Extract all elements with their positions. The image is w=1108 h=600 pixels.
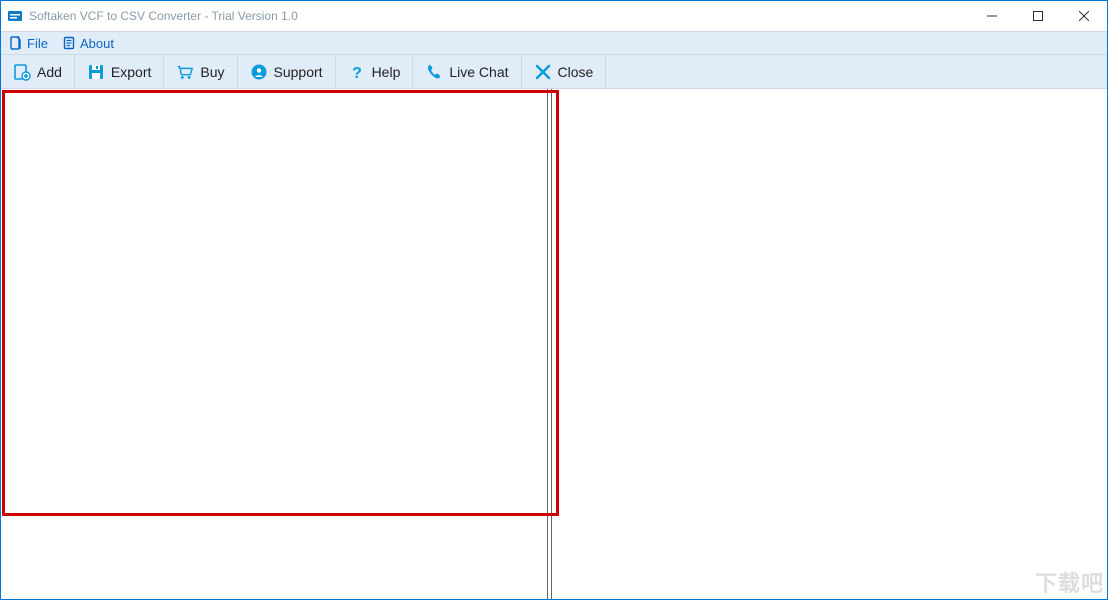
svg-text:?: ?	[352, 65, 362, 81]
close-icon	[534, 63, 552, 81]
close-window-button[interactable]	[1061, 1, 1107, 31]
menu-file-label: File	[27, 36, 48, 51]
window-title: Softaken VCF to CSV Converter - Trial Ve…	[29, 9, 969, 23]
left-panel	[1, 89, 548, 599]
content-area	[1, 89, 1107, 599]
close-label: Close	[558, 64, 594, 80]
phone-icon	[425, 63, 443, 81]
title-bar: Softaken VCF to CSV Converter - Trial Ve…	[1, 1, 1107, 31]
help-label: Help	[372, 64, 401, 80]
help-button[interactable]: ? Help	[336, 55, 414, 88]
window-controls	[969, 1, 1107, 31]
maximize-button[interactable]	[1015, 1, 1061, 31]
cart-icon	[176, 63, 194, 81]
export-label: Export	[111, 64, 151, 80]
menu-file[interactable]: File	[9, 36, 48, 51]
buy-label: Buy	[200, 64, 224, 80]
livechat-button[interactable]: Live Chat	[413, 55, 521, 88]
add-label: Add	[37, 64, 62, 80]
support-button[interactable]: Support	[238, 55, 336, 88]
buy-button[interactable]: Buy	[164, 55, 237, 88]
menu-about[interactable]: About	[62, 36, 114, 51]
menu-bar: File About	[1, 31, 1107, 55]
menu-about-label: About	[80, 36, 114, 51]
file-icon	[9, 36, 23, 50]
export-button[interactable]: Export	[75, 55, 164, 88]
support-icon	[250, 63, 268, 81]
help-icon: ?	[348, 63, 366, 81]
toolbar: Add Export Buy Support ? Help Live Chat	[1, 55, 1107, 89]
support-label: Support	[274, 64, 323, 80]
livechat-label: Live Chat	[449, 64, 508, 80]
app-icon	[7, 8, 23, 24]
add-icon	[13, 63, 31, 81]
save-icon	[87, 63, 105, 81]
right-panel	[552, 89, 1107, 599]
close-button[interactable]: Close	[522, 55, 607, 88]
minimize-button[interactable]	[969, 1, 1015, 31]
add-button[interactable]: Add	[1, 55, 75, 88]
document-icon	[62, 36, 76, 50]
